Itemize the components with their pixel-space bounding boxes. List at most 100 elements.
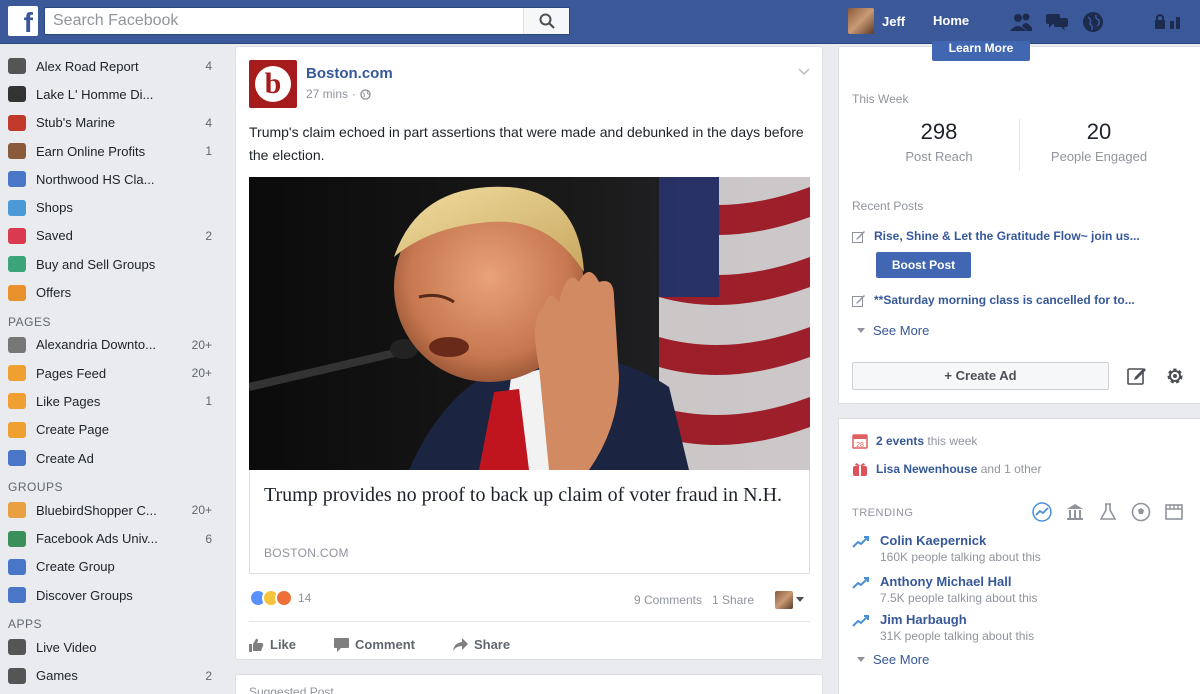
events-row[interactable]: 28 2 events this week (852, 433, 977, 449)
user-name: Jeff (882, 13, 906, 29)
comment-icon (334, 637, 350, 652)
birthday-others: and 1 other (980, 462, 1042, 476)
events-count[interactable]: 2 events (876, 434, 924, 448)
sidebar-app-item[interactable]: Games 2 (0, 662, 222, 690)
facebook-logo[interactable]: f (8, 6, 38, 36)
post-reach-stat[interactable]: 298 Post Reach (859, 119, 1019, 164)
sidebar-shortcut-item-icon (8, 58, 26, 75)
trending-item[interactable]: Anthony Michael Hall 7.5K people talking … (852, 574, 1037, 605)
sidebar-shortcut-item[interactable]: Alex Road Report 4 (0, 52, 222, 80)
sidebar-group-item[interactable]: Facebook Ads Univ... 6 (0, 524, 222, 552)
sidebar-shortcut-item[interactable]: Offers (0, 278, 222, 306)
post-image[interactable] (249, 177, 810, 470)
search-icon (539, 13, 555, 29)
share-button[interactable]: Share (452, 625, 511, 652)
sidebar-shortcut-item[interactable]: Lake L' Homme Di... (0, 80, 222, 108)
gear-icon[interactable] (1164, 365, 1186, 392)
trending-topic-count: 160K people talking about this (880, 550, 1041, 564)
post-as-selector[interactable] (775, 591, 804, 609)
post-meta: 27 mins · (306, 87, 371, 101)
edit-post-icon (852, 230, 865, 243)
sidebar-page-item[interactable]: Create Ad (0, 444, 222, 472)
quick-help-icon[interactable] (1152, 10, 1192, 34)
sidebar-group-item-count: 6 (205, 531, 212, 546)
trending-top-icon[interactable] (1031, 501, 1053, 523)
sidebar-group-item[interactable]: Create Group (0, 553, 222, 581)
share-arrow-icon (452, 637, 468, 651)
svg-text:28: 28 (856, 442, 864, 449)
sidebar-shortcut-item[interactable]: Shops (0, 193, 222, 221)
recent-post-link[interactable]: **Saturday morning class is cancelled fo… (852, 293, 1192, 307)
reactions-summary[interactable]: 14 (249, 589, 311, 607)
search-input[interactable] (45, 8, 525, 34)
sidebar-page-item[interactable]: Alexandria Downto... 20+ (0, 331, 222, 359)
trending-item[interactable]: Colin Kaepernick 160K people talking abou… (852, 533, 1041, 564)
notifications-globe-icon[interactable] (1080, 10, 1106, 34)
sidebar-shortcut-item[interactable]: Buy and Sell Groups (0, 250, 222, 278)
sidebar-page-item-count: 1 (205, 394, 212, 409)
edit-icon[interactable] (1127, 366, 1147, 391)
science-icon[interactable] (1097, 501, 1119, 523)
sidebar-page-item[interactable]: Like Pages 1 (0, 387, 222, 415)
comment-count[interactable]: 9 Comments (634, 593, 702, 607)
engagement-counts: 9 Comments 1 Share (634, 593, 754, 607)
apps-heading: APPS (8, 617, 43, 632)
home-link[interactable]: Home (933, 13, 969, 28)
people-engaged-stat[interactable]: 20 People Engaged (1019, 119, 1179, 164)
post-page-name[interactable]: Boston.com (306, 65, 393, 82)
boost-post-button[interactable]: Boost Post (876, 252, 971, 278)
pages-heading: PAGES (8, 314, 51, 329)
sidebar-shortcut-item[interactable]: Stub's Marine 4 (0, 109, 222, 137)
sidebar-app-item[interactable]: Live Video (0, 633, 222, 661)
trending-topic-name[interactable]: Colin Kaepernick (880, 533, 1041, 548)
politics-icon[interactable] (1064, 501, 1086, 523)
sidebar-shortcut-item-count: 2 (205, 228, 212, 243)
create-ad-button[interactable]: + Create Ad (852, 362, 1109, 390)
trending-topic-name[interactable]: Jim Harbaugh (880, 612, 1034, 627)
sidebar-page-item-count: 20+ (191, 337, 212, 352)
like-button[interactable]: Like (249, 625, 296, 652)
trending-item[interactable]: Jim Harbaugh 31K people talking about thi… (852, 612, 1034, 643)
friend-requests-icon[interactable] (1008, 10, 1034, 34)
see-more-recent-link[interactable]: See More (857, 323, 929, 338)
comment-button[interactable]: Comment (334, 625, 415, 652)
feed-post: b Boston.com 27 mins · Trump's claim ech… (235, 46, 823, 660)
post-options-chevron-icon[interactable] (798, 63, 810, 81)
sports-icon[interactable] (1130, 501, 1152, 523)
post-reach-label: Post Reach (905, 149, 973, 164)
link-preview[interactable]: Trump provides no proof to back up claim… (249, 470, 810, 574)
profile-link[interactable]: Jeff (848, 8, 905, 34)
trending-topic-count: 31K people talking about this (880, 629, 1035, 643)
share-label: Share (473, 637, 511, 652)
page-logo[interactable]: b (249, 60, 297, 108)
page-logo-letter: b (255, 66, 291, 102)
messages-icon[interactable] (1044, 10, 1070, 34)
sidebar-group-item[interactable]: Discover Groups (0, 581, 222, 609)
notification-icons (1008, 10, 1106, 34)
see-more-label: See More (873, 323, 930, 338)
this-week-heading: This Week (852, 92, 909, 106)
sidebar-page-item[interactable]: Pages Feed 20+ (0, 359, 222, 387)
birthday-row[interactable]: Lisa Newenhouse and 1 other (852, 461, 1041, 477)
post-timestamp[interactable]: 27 mins (306, 87, 348, 101)
link-title[interactable]: Trump provides no proof to back up claim… (264, 482, 794, 509)
see-more-trending-link[interactable]: See More (857, 652, 929, 667)
sidebar-shortcut-item[interactable]: Saved 2 (0, 222, 222, 250)
recent-post-link[interactable]: Rise, Shine & Let the Gratitude Flow~ jo… (852, 229, 1192, 243)
sidebar-shortcut-item-icon (8, 199, 26, 216)
events-this-week: this week (927, 434, 978, 448)
sidebar-shortcut-item[interactable]: Earn Online Profits 1 (0, 137, 222, 165)
trending-text: Colin Kaepernick 160K people talking abou… (880, 533, 1041, 564)
sidebar-page-item-icon (8, 336, 26, 353)
groups-heading: GROUPS (8, 480, 64, 495)
birthday-name[interactable]: Lisa Newenhouse (876, 462, 977, 476)
trending-arrow-icon (852, 536, 869, 548)
learn-more-button[interactable]: Learn More (932, 41, 1030, 61)
sidebar-group-item[interactable]: BluebirdShopper C... 20+ (0, 496, 222, 524)
sidebar-shortcut-item[interactable]: Northwood HS Cla... (0, 165, 222, 193)
search-button[interactable] (523, 8, 569, 34)
sidebar-page-item[interactable]: Create Page (0, 416, 222, 444)
entertainment-icon[interactable] (1163, 501, 1185, 523)
share-count[interactable]: 1 Share (712, 593, 754, 607)
trending-topic-name[interactable]: Anthony Michael Hall (880, 574, 1037, 589)
